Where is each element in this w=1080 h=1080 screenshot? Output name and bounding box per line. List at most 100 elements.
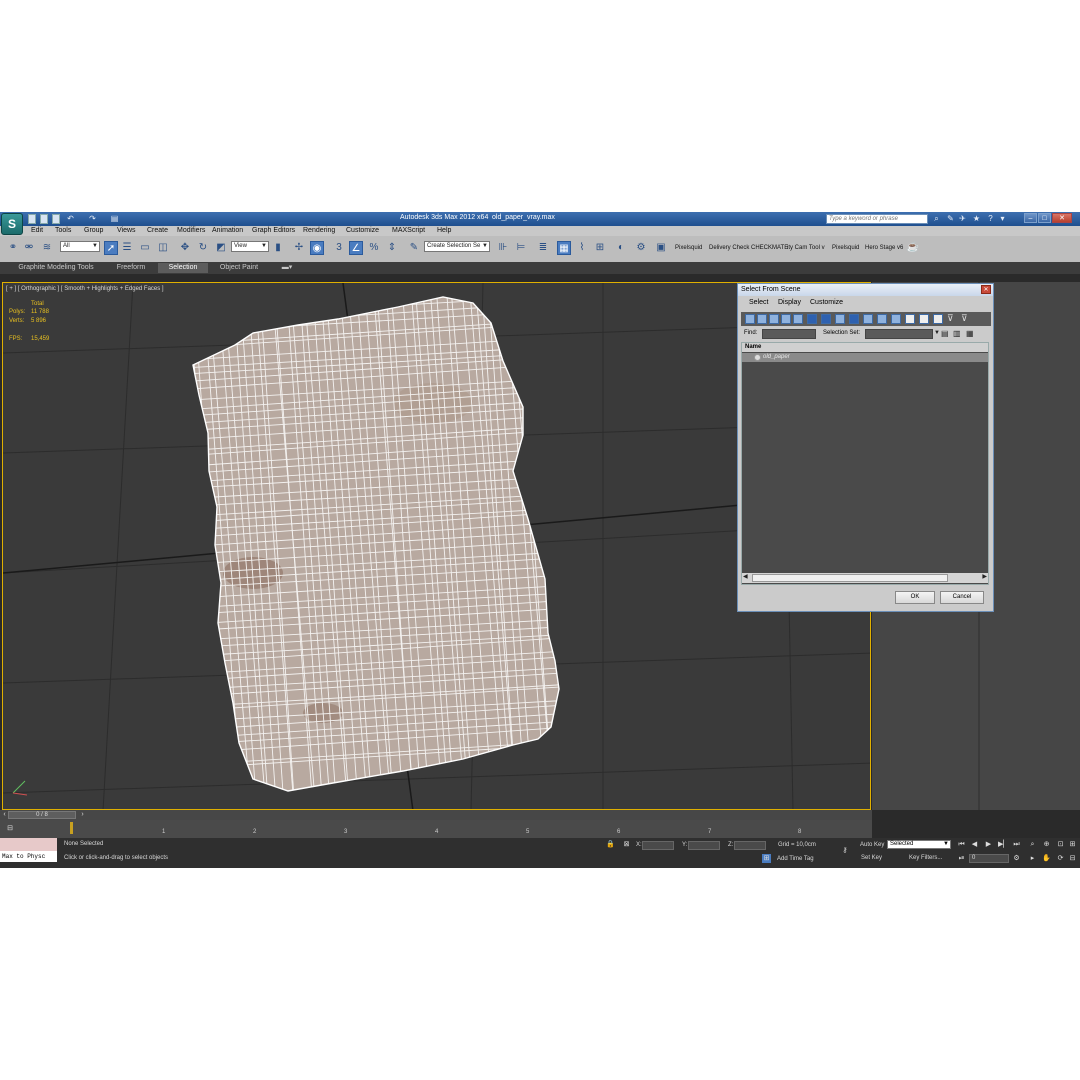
- menu-edit[interactable]: Edit: [31, 227, 43, 234]
- select-and-link-icon[interactable]: ⚭: [6, 241, 20, 255]
- dialog-close-button[interactable]: ✕: [981, 285, 991, 294]
- plugin-delivery-check[interactable]: Delivery Check: [709, 245, 749, 251]
- search-input[interactable]: Type a keyword or phrase: [826, 214, 928, 224]
- plugin-cam-tool[interactable]: ity Cam Tool v: [787, 245, 825, 251]
- filter-frozen-icon[interactable]: [877, 314, 887, 324]
- tab-selection[interactable]: Selection: [158, 263, 208, 273]
- spinner-snap-icon[interactable]: ⇕: [385, 241, 399, 255]
- ribbon-options-icon[interactable]: ▬▾: [276, 263, 298, 273]
- keyboard-shortcut-override-icon[interactable]: ◉: [310, 241, 324, 255]
- menu-graph-editors[interactable]: Graph Editors: [252, 227, 295, 234]
- tab-graphite-modeling-tools[interactable]: Graphite Modeling Tools: [8, 263, 104, 273]
- zoom-extents-all-icon[interactable]: ⊞: [1068, 840, 1077, 849]
- time-slider-next-icon[interactable]: ›: [78, 810, 87, 819]
- zoom-extents-icon[interactable]: ⊡: [1056, 840, 1065, 849]
- next-frame-icon[interactable]: ▶▏: [998, 840, 1009, 849]
- filter-helpers-icon[interactable]: [793, 314, 803, 324]
- named-selection-dropdown[interactable]: Create Selection Se ▼: [424, 241, 490, 252]
- menu-rendering[interactable]: Rendering: [303, 227, 335, 234]
- tab-freeform[interactable]: Freeform: [106, 263, 156, 273]
- new-file-icon[interactable]: [28, 214, 36, 224]
- window-crossing-icon[interactable]: ◫: [156, 241, 170, 255]
- select-all-icon[interactable]: [905, 314, 915, 324]
- project-folder-icon[interactable]: ▤: [110, 214, 119, 223]
- current-frame-marker[interactable]: [70, 822, 73, 834]
- scroll-left-icon[interactable]: ◀: [743, 573, 748, 580]
- go-to-start-icon[interactable]: ⏮: [957, 840, 966, 849]
- menu-create[interactable]: Create: [147, 227, 168, 234]
- menu-customize[interactable]: Customize: [346, 227, 379, 234]
- plugin-checkmate[interactable]: CHECKMATE: [751, 245, 788, 251]
- auto-key-button[interactable]: Auto Key: [860, 842, 884, 848]
- filter-groups-icon[interactable]: [821, 314, 831, 324]
- horizontal-scrollbar[interactable]: ◀ ▶: [742, 573, 988, 583]
- column-header-name[interactable]: Name: [742, 343, 988, 352]
- zoom-icon[interactable]: ⌕: [1028, 840, 1037, 849]
- x-coord-field[interactable]: [642, 841, 674, 850]
- rotate-icon[interactable]: ↻: [196, 241, 210, 255]
- angle-snap-icon[interactable]: ∠: [349, 241, 363, 255]
- rectangular-selection-icon[interactable]: ▭: [138, 241, 152, 255]
- hierarchy-icon[interactable]: ▦: [966, 329, 974, 338]
- filter-xrefs-icon[interactable]: [835, 314, 845, 324]
- layer-manager-icon[interactable]: ≣: [536, 241, 550, 255]
- filter-geometry-icon[interactable]: [745, 314, 755, 324]
- reference-coordinate-dropdown[interactable]: View ▼: [231, 241, 269, 252]
- mini-curve-editor-icon[interactable]: ⊟: [4, 824, 16, 833]
- render-setup-icon[interactable]: ⚙: [634, 241, 648, 255]
- material-editor-icon[interactable]: ◐: [614, 241, 628, 255]
- key-mode-toggle-icon[interactable]: ⏯: [957, 854, 966, 863]
- maxscript-mini-listener[interactable]: Max to Physc: [0, 851, 57, 862]
- bind-space-warp-icon[interactable]: ≋: [40, 241, 54, 255]
- go-to-end-icon[interactable]: ⏭: [1012, 840, 1021, 849]
- favorites-star-icon[interactable]: ★: [972, 214, 981, 223]
- time-tag-icon[interactable]: ⊞: [762, 854, 771, 863]
- funnel-icon[interactable]: ⊽: [947, 313, 954, 324]
- select-invert-icon[interactable]: [933, 314, 943, 324]
- dialog-title[interactable]: Select From Scene: [738, 284, 993, 296]
- find-input[interactable]: [762, 329, 816, 339]
- close-button[interactable]: ✕: [1052, 213, 1072, 223]
- curve-editor-icon[interactable]: ⌇: [575, 241, 589, 255]
- menu-group[interactable]: Group: [84, 227, 103, 234]
- minimize-button[interactable]: –: [1024, 213, 1037, 223]
- sort-icon[interactable]: ▤: [941, 329, 949, 338]
- filter-shapes-icon[interactable]: [757, 314, 767, 324]
- menu-modifiers[interactable]: Modifiers: [177, 227, 205, 234]
- save-file-icon[interactable]: [52, 214, 60, 224]
- scene-object-list[interactable]: Name old_paper ◀ ▶: [741, 342, 989, 585]
- plugin-hero-stage[interactable]: Hero Stage v6: [865, 245, 903, 251]
- filter-cameras-icon[interactable]: [781, 314, 791, 324]
- snaps-toggle-icon[interactable]: 3: [332, 241, 346, 255]
- communication-icon[interactable]: ✈: [958, 214, 967, 223]
- move-icon[interactable]: ✥: [178, 241, 192, 255]
- time-slider[interactable]: ‹ 0 / 8 ›: [0, 810, 872, 820]
- redo-icon[interactable]: ↷: [88, 214, 97, 223]
- filter-containers-icon[interactable]: [863, 314, 873, 324]
- key-mode-dropdown[interactable]: Selected ▼: [887, 840, 951, 849]
- render-frame-icon[interactable]: ▣: [654, 241, 668, 255]
- field-of-view-icon[interactable]: ▸: [1028, 854, 1037, 863]
- previous-frame-icon[interactable]: ◀: [970, 840, 979, 849]
- key-icon[interactable]: ⚷: [838, 846, 852, 855]
- chevron-down-icon[interactable]: ▾: [998, 214, 1007, 223]
- menu-maxscript[interactable]: MAXScript: [392, 227, 425, 234]
- undo-icon[interactable]: ↶: [66, 214, 75, 223]
- unlink-icon[interactable]: ⚮: [22, 241, 36, 255]
- maximize-viewport-icon[interactable]: ⊟: [1068, 854, 1077, 863]
- maximize-button[interactable]: □: [1038, 213, 1051, 223]
- plugin-pixelsquid[interactable]: Pixelsquid: [675, 245, 702, 251]
- open-file-icon[interactable]: [40, 214, 48, 224]
- subscription-icon[interactable]: ✎: [946, 214, 955, 223]
- selection-set-arrow-icon[interactable]: ▼: [934, 330, 940, 336]
- current-frame-field[interactable]: 0: [969, 854, 1009, 863]
- dialog-menu-display[interactable]: Display: [778, 299, 801, 306]
- schematic-view-icon[interactable]: ⊞: [593, 241, 607, 255]
- ok-button[interactable]: OK: [895, 591, 935, 604]
- select-by-name-icon[interactable]: ☰: [120, 241, 134, 255]
- viewport-label[interactable]: [ + ] [ Orthographic ] [ Smooth + Highli…: [6, 286, 164, 292]
- set-key-button[interactable]: Set Key: [861, 855, 882, 861]
- menu-views[interactable]: Views: [117, 227, 136, 234]
- graphite-toggle-icon[interactable]: ▦: [557, 241, 571, 255]
- menu-animation[interactable]: Animation: [212, 227, 243, 234]
